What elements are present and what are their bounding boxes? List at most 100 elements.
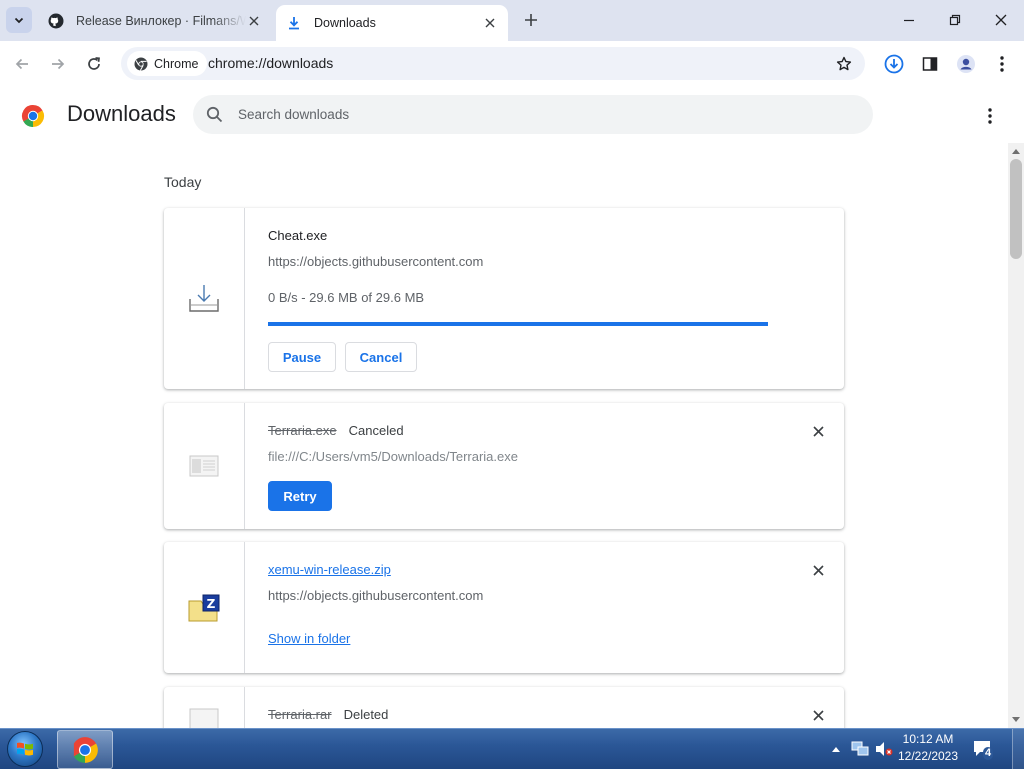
new-tab-button[interactable] [520, 9, 542, 31]
avatar-icon [957, 55, 975, 73]
file-name[interactable]: xemu-win-release.zip [268, 562, 391, 577]
show-desktop-button[interactable] [1012, 729, 1024, 769]
chrome-icon [134, 57, 148, 71]
show-hidden-icons-button[interactable] [829, 729, 843, 769]
download-item: Z xemu-win-release.zip https://objects.g… [164, 542, 844, 673]
side-panel-button[interactable] [917, 51, 943, 77]
minimize-icon [904, 19, 914, 22]
scroll-down-arrow-icon[interactable] [1011, 715, 1021, 725]
archive-file-icon [189, 708, 219, 728]
tab-github-release[interactable]: Release Винлокер · Filmans/Winlocker [38, 0, 272, 41]
url-text[interactable]: chrome://downloads [208, 47, 333, 80]
downloads-list: Today Cheat.exe https://objects.githubus… [0, 143, 1008, 728]
remove-item-button[interactable] [808, 705, 828, 725]
file-source[interactable]: https://objects.githubusercontent.com [268, 588, 483, 603]
page-title: Downloads [67, 101, 176, 126]
tab-title: Downloads [314, 16, 376, 30]
windows-logo-icon [7, 731, 43, 767]
close-tab-icon[interactable] [246, 13, 262, 29]
file-name: Terraria.exe [268, 423, 337, 438]
file-icon-column [164, 208, 245, 389]
forward-button[interactable] [45, 51, 71, 77]
restore-button[interactable] [932, 0, 978, 40]
file-icon-column: Z [164, 542, 245, 673]
network-icon [851, 741, 869, 756]
file-name: Cheat.exe [268, 228, 328, 243]
start-button[interactable] [3, 731, 47, 767]
side-panel-icon [922, 57, 938, 71]
profile-button[interactable] [953, 51, 979, 77]
minimize-button[interactable] [886, 0, 932, 40]
search-input[interactable] [238, 95, 838, 134]
windows-taskbar: 10:12 AM 12/22/2023 4 [0, 728, 1024, 769]
vertical-scrollbar[interactable] [1008, 143, 1024, 728]
star-icon [836, 56, 852, 71]
tab-strip: Release Винлокер · Filmans/Winlocker Dow… [0, 0, 1024, 41]
file-source[interactable]: https://objects.githubusercontent.com [268, 254, 483, 269]
network-tray-button[interactable] [850, 729, 870, 769]
file-icon-column [164, 403, 245, 529]
status-label: Canceled [348, 423, 404, 438]
more-vert-icon [988, 108, 992, 124]
taskbar-clock[interactable]: 10:12 AM 12/22/2023 [888, 731, 968, 765]
chrome-menu-button[interactable] [989, 51, 1015, 77]
scrollbar-thumb[interactable] [1010, 159, 1022, 259]
close-tab-icon[interactable] [482, 15, 498, 31]
site-chip[interactable]: Chrome [127, 51, 208, 76]
bookmark-star-button[interactable] [833, 53, 855, 75]
download-icon [286, 15, 302, 31]
search-icon [206, 106, 223, 123]
file-source: file:///C:/Users/vm5/Downloads/Terraria.… [268, 449, 518, 464]
remove-item-button[interactable] [808, 560, 828, 580]
action-center-button[interactable]: 4 [970, 735, 998, 763]
cancel-button[interactable]: Cancel [345, 342, 417, 372]
notification-count: 4 [983, 747, 994, 760]
chevron-up-icon [832, 747, 840, 752]
file-name-row: Terraria.exe Canceled [268, 423, 404, 438]
omnibox[interactable]: Chrome chrome://downloads [121, 47, 865, 80]
clock-time: 10:12 AM [902, 732, 954, 746]
file-name: Terraria.rar [268, 707, 332, 722]
file-icon-column [164, 687, 245, 728]
back-button[interactable] [9, 51, 35, 77]
clock-date: 12/22/2023 [897, 749, 959, 763]
chevron-down-icon [14, 17, 24, 24]
show-in-folder-link[interactable]: Show in folder [268, 631, 350, 646]
chrome-icon [73, 736, 98, 763]
zip-file-icon: Z [188, 594, 220, 621]
tab-title: Release Винлокер · Filmans/Winlocker [76, 13, 246, 28]
retry-button[interactable]: Retry [268, 481, 332, 511]
browser-toolbar: Chrome chrome://downloads [0, 41, 1024, 88]
github-icon [48, 13, 64, 29]
tab-downloads[interactable]: Downloads [276, 5, 508, 41]
pause-button[interactable]: Pause [268, 342, 336, 372]
date-heading: Today [164, 174, 202, 190]
svg-text:Z: Z [207, 597, 216, 611]
progress-text: 0 B/s - 29.6 MB of 29.6 MB [268, 290, 425, 305]
scroll-up-arrow-icon[interactable] [1011, 146, 1021, 156]
status-label: Deleted [343, 707, 389, 722]
exe-file-icon [189, 455, 219, 477]
remove-item-button[interactable] [808, 421, 828, 441]
downloads-toolbar-button[interactable] [881, 51, 907, 77]
page-menu-button[interactable] [978, 104, 1002, 128]
download-file-icon [189, 284, 219, 312]
reload-icon [88, 57, 100, 70]
restore-icon [949, 14, 961, 26]
download-circle-icon [884, 54, 904, 74]
file-name-row: Terraria.rar Deleted [268, 707, 388, 722]
download-item: Terraria.exe Canceled file:///C:/Users/vm… [164, 403, 844, 529]
file-name-link[interactable]: xemu-win-release.zip [268, 562, 391, 577]
close-icon [812, 425, 824, 437]
download-item: Terraria.rar Deleted [164, 687, 844, 728]
more-vert-icon [1000, 56, 1004, 72]
close-icon [995, 14, 1007, 26]
tab-search-button[interactable] [6, 7, 32, 33]
close-icon [812, 564, 824, 576]
downloads-header: Downloads [0, 87, 1024, 143]
taskbar-chrome-button[interactable] [57, 730, 113, 769]
chrome-logo-icon [21, 105, 45, 127]
search-box[interactable] [193, 95, 873, 134]
close-window-button[interactable] [978, 0, 1024, 40]
reload-button[interactable] [81, 51, 107, 77]
